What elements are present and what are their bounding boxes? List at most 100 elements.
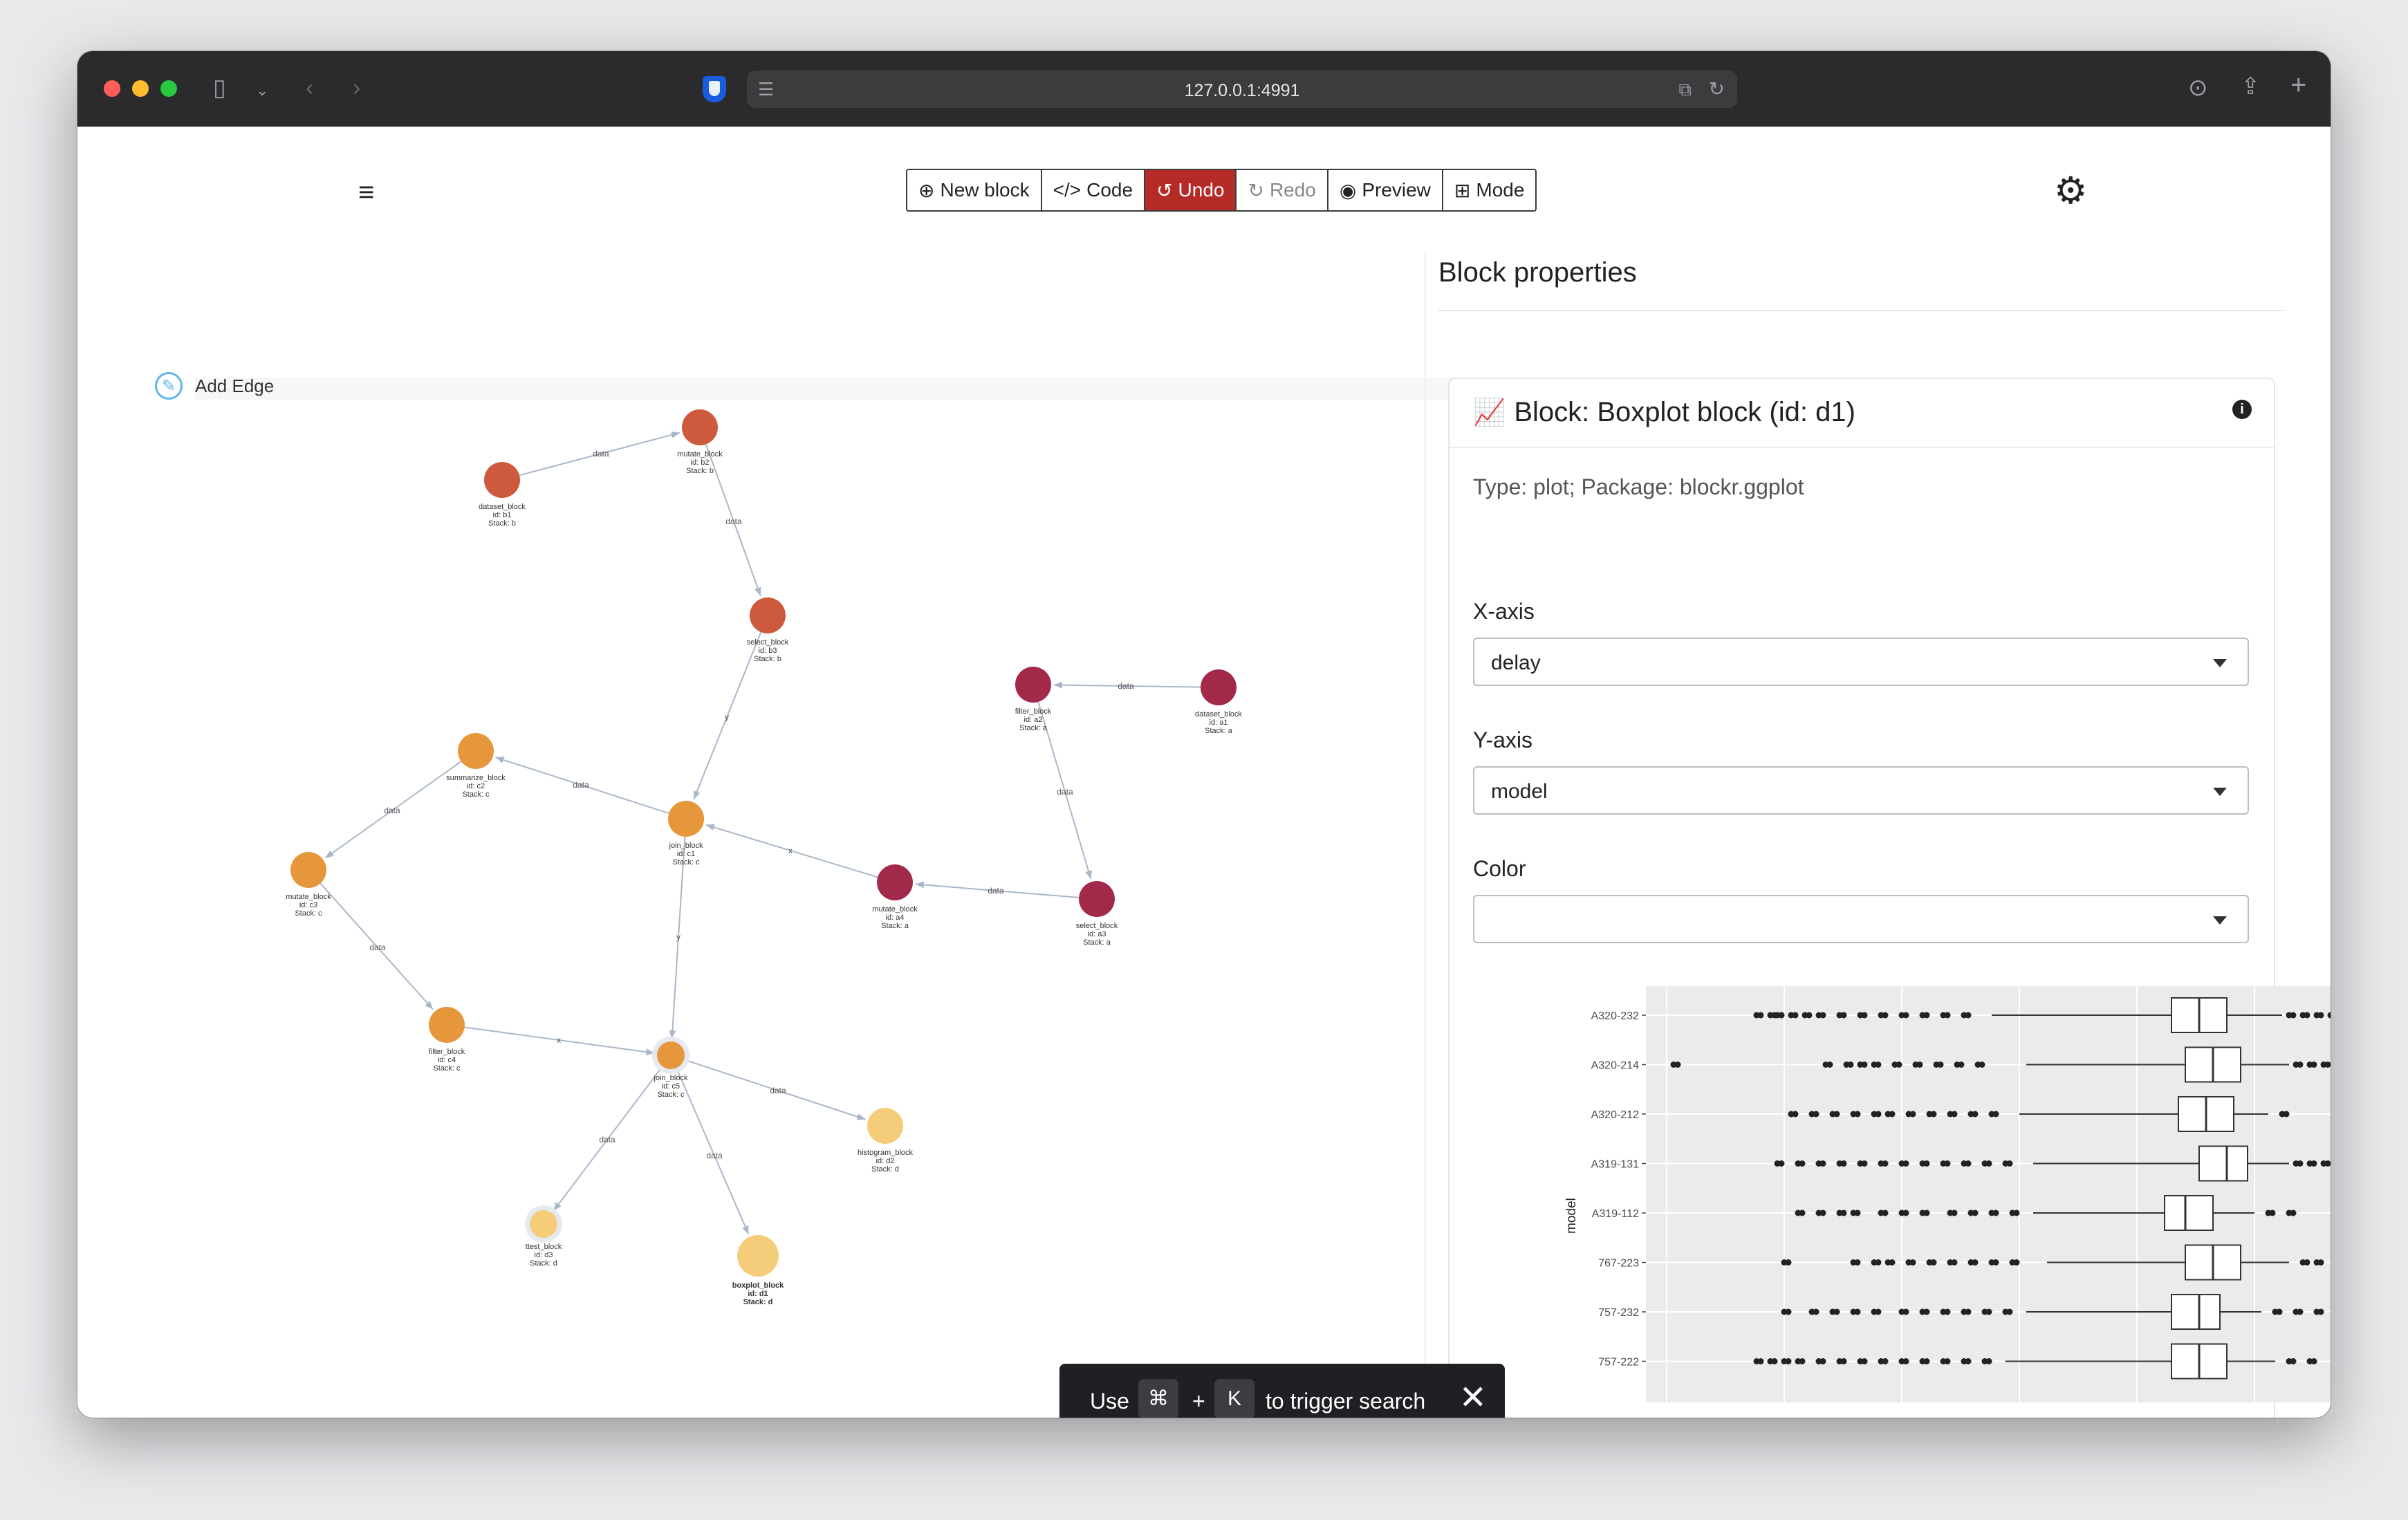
graph-node[interactable]: filter_blockid: a2Stack: a [1015, 667, 1052, 732]
plot-y-tick-label: 767-223 [1598, 1258, 1639, 1270]
graph-node-circle[interactable] [657, 1041, 685, 1069]
close-icon[interactable]: ✕ [1459, 1382, 1487, 1415]
graph-node-circle[interactable] [867, 1108, 903, 1144]
graph-node[interactable]: mutate_blockid: a4Stack: a [872, 864, 918, 930]
graph-node-circle[interactable] [290, 852, 326, 888]
graph-node-circle[interactable] [668, 801, 704, 837]
graph-node-circle[interactable] [1201, 669, 1237, 705]
boxplot-outlier [1875, 1062, 1882, 1068]
graph-edge-label: data [369, 943, 386, 952]
graph-node[interactable]: join_blockid: c1Stack: c [668, 801, 704, 866]
graph-node-circle[interactable] [429, 1007, 465, 1043]
graph-node[interactable]: mutate_blockid: c3Stack: c [286, 852, 331, 918]
boxplot-outlier [1889, 1111, 1896, 1118]
boxplot-outlier [1902, 1209, 1909, 1216]
boxplot-outlier [1882, 1358, 1889, 1364]
graph-node-label: join_block [654, 1074, 688, 1082]
graph-node-label: id: d1 [748, 1290, 768, 1298]
boxplot-outlier [1840, 1160, 1847, 1167]
boxplot-outlier [2310, 1062, 2317, 1068]
graph-node[interactable]: dataset_blockid: b1Stack: b [479, 462, 526, 528]
graph-node-circle[interactable] [458, 733, 494, 769]
boxplot-outlier [1785, 1358, 1792, 1364]
graph-node-label: Stack: b [686, 467, 714, 475]
search-hint-toast: Use ⌘ + K to trigger search ✕ [1059, 1364, 1505, 1418]
boxplot-outlier [2317, 1259, 2324, 1266]
graph-node[interactable]: histogram_blockid: d2Stack: d [858, 1108, 914, 1174]
graph-node[interactable]: boxplot_blockid: d1Stack: d [732, 1235, 784, 1306]
boxplot-box [2171, 1294, 2221, 1330]
settings-gear-icon[interactable]: ⚙ [2054, 169, 2087, 212]
graph-node-label: Stack: c [462, 790, 490, 799]
share-icon[interactable]: ⇪ [2241, 75, 2261, 98]
boxplot-outlier [1923, 1358, 1930, 1364]
boxplot-outlier [1985, 1358, 1992, 1364]
graph-node[interactable]: filter_blockid: c4Stack: c [429, 1007, 465, 1073]
boxplot-outlier [1778, 1160, 1785, 1167]
boxplot-outlier [1757, 1012, 1764, 1019]
boxplot-outlier [2290, 1012, 2297, 1019]
boxplot-outlier [2283, 1111, 2290, 1118]
graph-node[interactable]: join_blockid: c5Stack: c [652, 1037, 689, 1099]
boxplot-outlier [1792, 1012, 1799, 1019]
graph-node-label: id: a2 [1024, 716, 1043, 724]
translate-icon[interactable]: ⧉ [1678, 77, 1692, 101]
reload-icon[interactable]: ↻ [1709, 77, 1725, 101]
graph-node[interactable]: dataset_blockid: a1Stack: a [1195, 669, 1242, 735]
plot-y-axis-label: model [1564, 1198, 1579, 1234]
boxplot-outlier [1813, 1308, 1819, 1315]
x-axis-select[interactable]: delay [1473, 638, 2249, 686]
y-axis-select[interactable]: model [1473, 766, 2249, 815]
boxplot-outlier [1875, 1308, 1882, 1315]
boxplot-outlier [1923, 1012, 1930, 1019]
boxplot-outlier [1923, 1308, 1930, 1315]
boxplot-outlier [1799, 1209, 1806, 1216]
graph-node-circle[interactable] [682, 409, 718, 445]
graph-edge-label: data [599, 1135, 615, 1144]
boxplot-outlier [1958, 1062, 1965, 1068]
graph-node[interactable]: mutate_blockid: b2Stack: b [677, 409, 723, 475]
graph-node-circle[interactable] [530, 1210, 557, 1238]
block-graph-canvas[interactable]: data data y data data data data x data data y x data… [77, 51, 1488, 1418]
graph-node-label: mutate_block [286, 893, 331, 901]
boxplot-outlier [1944, 1012, 1951, 1019]
graph-node-label: id: b2 [691, 458, 710, 467]
boxplot-outlier [1861, 1012, 1868, 1019]
graph-node-label: Stack: d [871, 1165, 899, 1174]
graph-node-circle[interactable] [877, 864, 913, 900]
graph-node-label: dataset_block [479, 503, 526, 511]
graph-node-circle[interactable] [484, 462, 520, 498]
boxplot-outlier [2297, 1062, 2304, 1068]
graph-node-label: id: c3 [299, 901, 317, 909]
downloads-icon[interactable]: ⊙ [2188, 76, 2208, 100]
graph-node-label: Stack: a [1083, 938, 1111, 947]
graph-node-circle[interactable] [1015, 667, 1051, 703]
boxplot-outlier [1902, 1308, 1909, 1315]
color-select[interactable] [1473, 895, 2249, 943]
boxplot-outlier [1882, 1209, 1889, 1216]
boxplot-outlier [1979, 1062, 1985, 1068]
boxplot-outlier [1840, 1209, 1847, 1216]
graph-node-circle[interactable] [750, 597, 786, 633]
graph-node-label: join_block [669, 842, 703, 850]
graph-node-circle[interactable] [737, 1235, 779, 1277]
divider [1438, 310, 2284, 311]
caret-down-icon [2213, 788, 2227, 796]
graph-node-circle[interactable] [1079, 881, 1115, 917]
boxplot-outlier [1847, 1062, 1854, 1068]
boxplot-outlier [1854, 1209, 1861, 1216]
graph-node[interactable]: ttest_blockid: d3Stack: d [525, 1205, 562, 1268]
graph-node-label: mutate_block [872, 905, 918, 914]
boxplot-outlier [1965, 1358, 1972, 1364]
boxplot-outlier [1916, 1062, 1923, 1068]
graph-node-label: filter_block [429, 1048, 465, 1056]
graph-node-label: Stack: d [530, 1259, 557, 1268]
boxplot-outlier [1799, 1358, 1806, 1364]
info-icon[interactable]: i [2232, 400, 2252, 419]
graph-node-label: id: b1 [493, 511, 512, 519]
graph-node[interactable]: select_blockid: a3Stack: a [1076, 881, 1118, 947]
boxplot-outlier [1992, 1259, 1999, 1266]
new-tab-icon[interactable]: + [2290, 71, 2306, 99]
boxplot-outlier [1861, 1160, 1868, 1167]
toast-rest-text: to trigger search [1266, 1389, 1426, 1414]
